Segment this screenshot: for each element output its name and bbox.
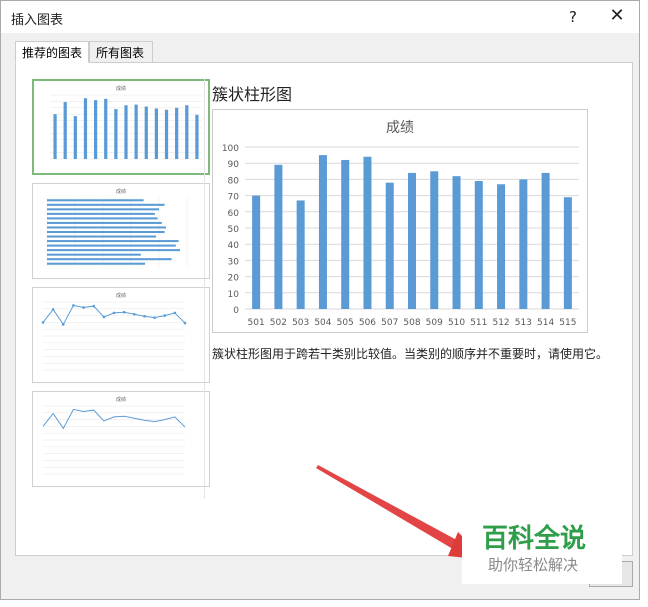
watermark-subtitle: 助你轻松解决 (488, 556, 579, 574)
watermark: 百科全说 助你轻松解决 (462, 512, 622, 584)
tab-recommended-charts[interactable]: 推荐的图表 (15, 41, 89, 63)
watermark-title: 百科全说 (482, 524, 587, 554)
arrow-shaft (316, 465, 466, 552)
